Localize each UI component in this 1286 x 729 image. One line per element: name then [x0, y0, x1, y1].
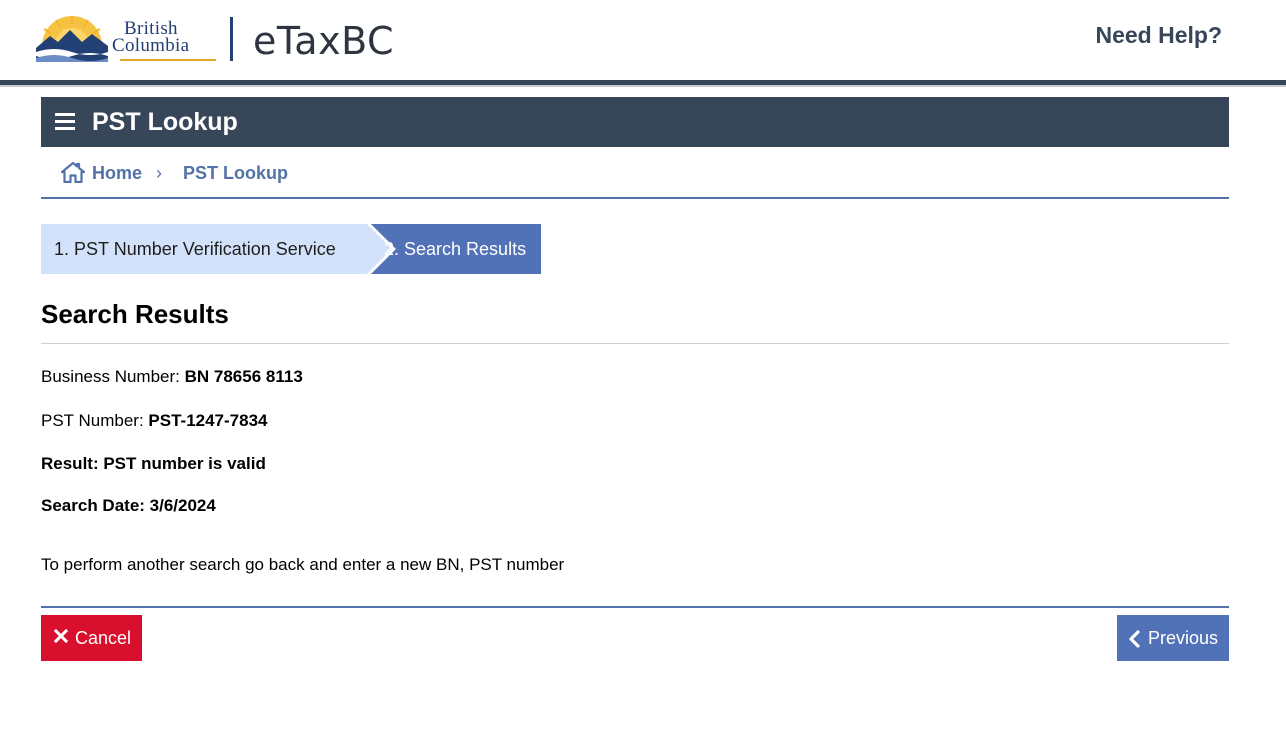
- hamburger-menu-icon[interactable]: [55, 113, 75, 131]
- home-icon[interactable]: [61, 161, 85, 183]
- search-date: Search Date: 3/6/2024: [41, 496, 216, 515]
- breadcrumb-current-link[interactable]: PST Lookup: [183, 162, 288, 184]
- app-name: eTaxBC: [253, 19, 395, 63]
- page-title: PST Lookup: [92, 108, 238, 136]
- logo-line-columbia: Columbia: [112, 35, 190, 56]
- cancel-button[interactable]: Cancel: [41, 615, 142, 661]
- wizard-steps: 1. PST Number Verification Service 2. Se…: [41, 224, 561, 274]
- header-rule-shadow: [0, 85, 1286, 87]
- bc-logo-wordmark: British Columbia: [112, 19, 220, 64]
- pst-number-label: PST Number:: [41, 411, 144, 430]
- breadcrumb-home-link[interactable]: Home: [92, 162, 142, 184]
- need-help-link[interactable]: Need Help?: [1095, 21, 1222, 49]
- business-number-label: Business Number:: [41, 367, 180, 386]
- step-search-results-label: 2. Search Results: [384, 239, 527, 259]
- previous-button[interactable]: Previous: [1117, 615, 1229, 661]
- search-hint: To perform another search go back and en…: [41, 555, 565, 574]
- bc-logo-sun-mountains-icon[interactable]: [36, 12, 108, 62]
- breadcrumb-separator: ›: [156, 163, 162, 183]
- step-verification-service-label: 1. PST Number Verification Service: [54, 239, 336, 259]
- business-number-line: Business Number: BN 78656 8113: [41, 366, 303, 388]
- previous-button-label: Previous: [1148, 628, 1219, 648]
- page-title-bar: PST Lookup: [41, 97, 1229, 147]
- pst-number-line: PST Number: PST-1247-7834: [41, 410, 268, 432]
- actions-rule: [41, 606, 1229, 608]
- result-status: Result: PST number is valid: [41, 454, 266, 473]
- breadcrumb-rule: [41, 197, 1229, 199]
- close-x-icon: [53, 628, 69, 644]
- site-header: British Columbia eTaxBC Need Help?: [0, 0, 1286, 80]
- header-divider: [230, 17, 233, 61]
- logo-gold-underline: [120, 59, 216, 61]
- chevron-left-icon: [1129, 630, 1140, 648]
- results-heading: Search Results: [41, 299, 229, 329]
- business-number-value: BN 78656 8113: [184, 367, 303, 386]
- pst-number-value: PST-1247-7834: [148, 411, 268, 430]
- cancel-button-label: Cancel: [75, 628, 132, 648]
- results-rule: [41, 343, 1229, 344]
